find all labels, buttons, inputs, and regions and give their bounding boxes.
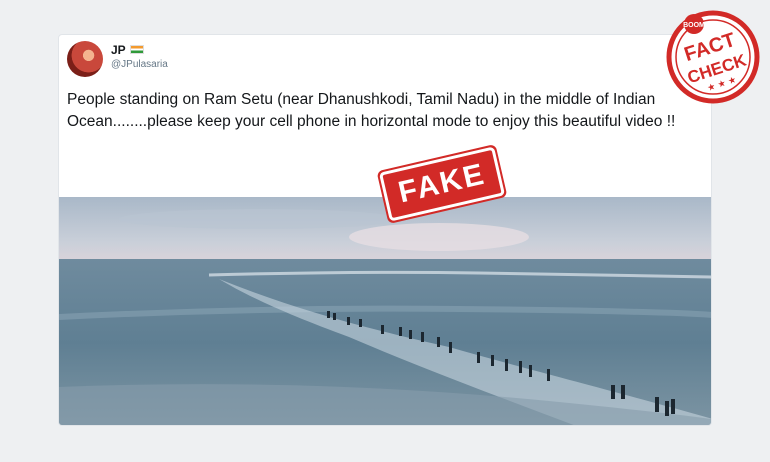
video-thumbnail[interactable] [59, 197, 712, 426]
tweet-card: JP @JPulasaria People standing on Ram Se… [58, 34, 712, 426]
fact-check-seal-icon: BOOM FACT CHECK ★ ★ ★ [666, 10, 760, 104]
avatar[interactable] [67, 41, 103, 77]
author-handle[interactable]: @JPulasaria [111, 59, 168, 70]
author-name[interactable]: JP [111, 43, 126, 57]
seal-top-text: BOOM [683, 22, 705, 29]
tweet-text: People standing on Ram Setu (near Dhanus… [67, 91, 676, 130]
india-flag-icon [130, 45, 144, 54]
